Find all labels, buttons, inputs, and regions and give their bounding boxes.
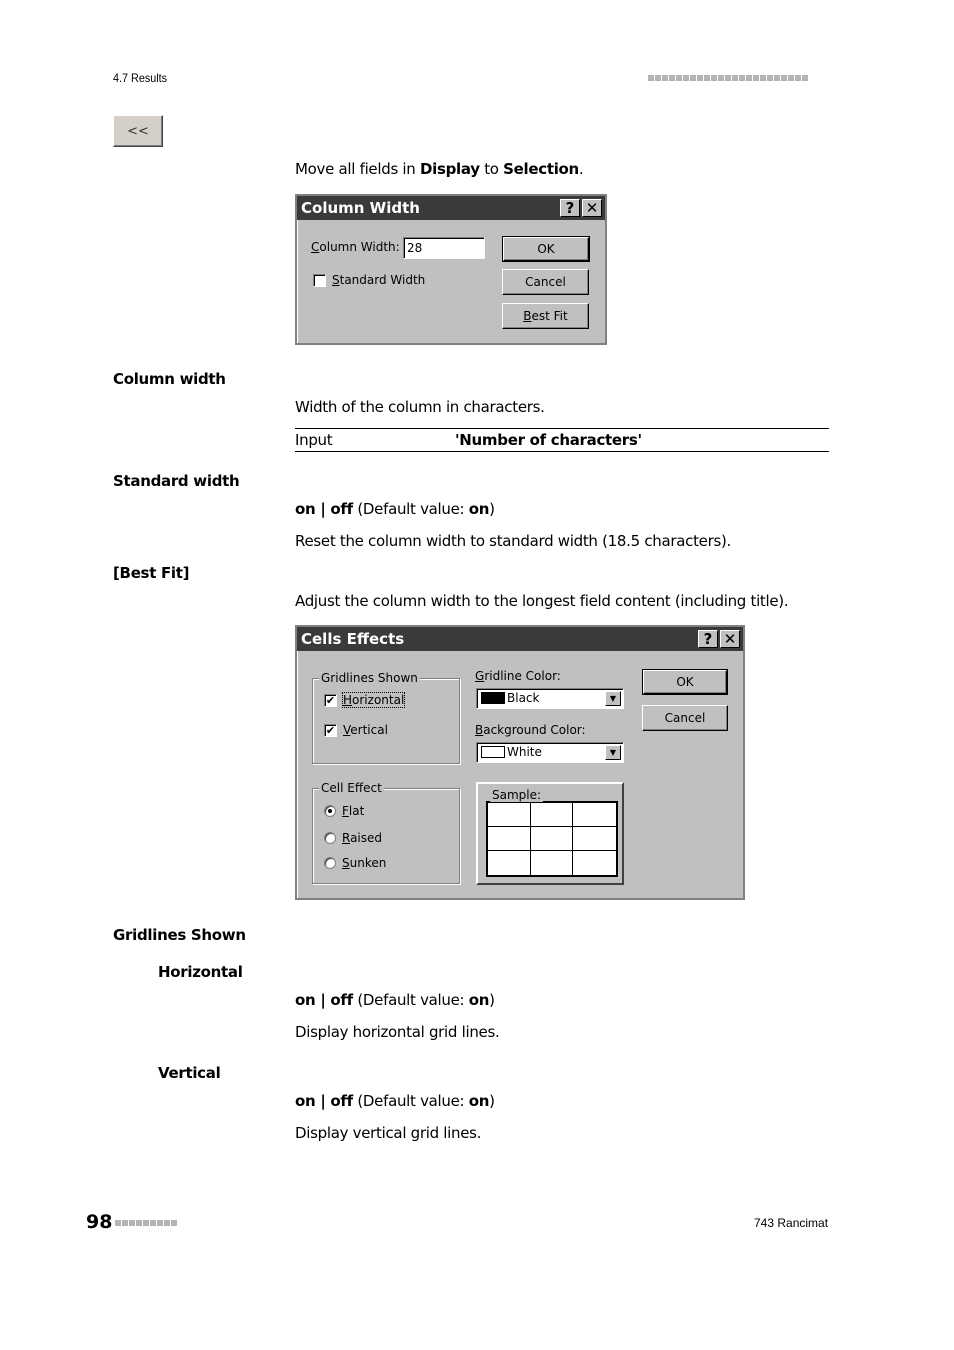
section-header: 4.7 Results: [113, 71, 168, 85]
move-all-back-button[interactable]: <<: [113, 115, 163, 147]
background-color-label: Background Color:: [475, 723, 586, 737]
sunken-radio[interactable]: [324, 857, 336, 869]
sample-preview: Sample:: [476, 782, 624, 885]
raised-radio[interactable]: [324, 832, 336, 844]
table-rule-top: [295, 428, 829, 429]
dropdown-arrow-icon[interactable]: ▼: [605, 745, 621, 760]
input-value: 'Number of characters': [455, 431, 642, 449]
standard-width-checkbox[interactable]: [313, 274, 326, 287]
gridline-color-select[interactable]: Black ▼: [476, 688, 624, 709]
gridline-color-label: Gridline Color:: [475, 669, 561, 683]
background-color-select[interactable]: White ▼: [476, 742, 624, 763]
sample-cell: [530, 803, 574, 827]
cell-effect-group: Cell Effect Flat Raised Sunken: [312, 781, 460, 884]
horizontal-label: Horizontal: [341, 692, 406, 708]
sample-grid: [486, 801, 618, 877]
intro-prefix: Move all fields in: [295, 160, 420, 178]
product-name: 743 Rancimat: [754, 1216, 829, 1230]
input-label: Input: [295, 431, 333, 449]
vertical-label: Vertical: [343, 723, 388, 737]
cell-effect-group-title: Cell Effect: [319, 781, 384, 795]
intro-selection: Selection: [503, 160, 579, 178]
horizontal-checkbox[interactable]: ✔: [324, 694, 337, 707]
sample-cell: [573, 803, 616, 827]
raised-label: Raised: [342, 831, 383, 845]
best-fit-button[interactable]: Best Fit: [502, 303, 589, 329]
best-fit-desc: Adjust the column width to the longest f…: [295, 592, 789, 610]
sample-cell: [488, 827, 531, 851]
sample-label: Sample:: [490, 788, 544, 802]
dialog-title: Cells Effects: [301, 630, 405, 648]
vertical-desc: Display vertical grid lines.: [295, 1124, 482, 1142]
cancel-button[interactable]: Cancel: [502, 269, 589, 295]
cancel-button[interactable]: Cancel: [642, 705, 728, 731]
column-width-desc: Width of the column in characters.: [295, 398, 545, 416]
sample-cell: [531, 851, 574, 875]
help-button[interactable]: ?: [698, 630, 718, 648]
column-width-input[interactable]: 28: [403, 237, 485, 259]
term-vertical: Vertical: [158, 1064, 221, 1082]
cells-effects-dialog: Cells Effects ? ✕ Gridlines Shown ✔ Hori…: [295, 625, 745, 900]
sample-cell: [573, 851, 616, 875]
background-color-value: White: [507, 745, 542, 759]
table-rule-bottom: [295, 451, 829, 452]
ok-button[interactable]: OK: [642, 669, 728, 695]
sample-cell: [530, 827, 574, 851]
dialog-titlebar: Cells Effects ? ✕: [297, 627, 743, 651]
intro-text: Move all fields in Display to Selection.: [295, 159, 584, 179]
help-button[interactable]: ?: [560, 199, 580, 217]
close-button[interactable]: ✕: [720, 630, 740, 648]
column-width-dialog: Column Width ? ✕ Column Width: 28 Standa…: [295, 194, 607, 345]
term-horizontal: Horizontal: [158, 963, 243, 981]
standard-width-desc: Reset the column width to standard width…: [295, 532, 731, 550]
intro-display: Display: [419, 160, 480, 178]
horizontal-desc: Display horizontal grid lines.: [295, 1023, 500, 1041]
vertical-checkbox[interactable]: ✔: [324, 724, 337, 737]
term-best-fit: [Best Fit]: [113, 564, 190, 582]
intro-suffix: .: [578, 160, 584, 178]
white-swatch: [481, 746, 505, 758]
header-decoration: [648, 75, 808, 81]
term-gridlines-shown: Gridlines Shown: [113, 926, 246, 944]
vertical-values: on | off (Default value: on): [295, 1092, 495, 1110]
sample-cell: [488, 803, 531, 827]
dialog-title: Column Width: [301, 199, 420, 217]
sample-cell: [488, 851, 531, 875]
black-swatch: [481, 692, 505, 704]
dropdown-arrow-icon[interactable]: ▼: [605, 691, 621, 706]
gridlines-shown-group: Gridlines Shown ✔ Horizontal ✔ Vertical: [312, 671, 460, 764]
gridlines-group-title: Gridlines Shown: [319, 671, 420, 685]
flat-label: Flat: [342, 804, 365, 818]
page-number: 98: [86, 1211, 113, 1233]
horizontal-values: on | off (Default value: on): [295, 991, 495, 1009]
term-column-width: Column width: [113, 370, 226, 388]
sample-cell: [573, 827, 616, 851]
intro-mid: to: [479, 160, 504, 178]
term-standard-width: Standard width: [113, 472, 240, 490]
ok-button[interactable]: OK: [502, 236, 590, 262]
standard-width-values: on | off (Default value: on): [295, 500, 495, 518]
column-width-label: Column Width:: [311, 240, 400, 254]
footer-decoration: [115, 1220, 177, 1226]
dialog-titlebar: Column Width ? ✕: [297, 196, 605, 220]
standard-width-label: Standard Width: [332, 273, 426, 287]
flat-radio[interactable]: [324, 805, 336, 817]
sunken-label: Sunken: [342, 856, 387, 870]
close-button[interactable]: ✕: [582, 199, 602, 217]
gridline-color-value: Black: [507, 691, 540, 705]
